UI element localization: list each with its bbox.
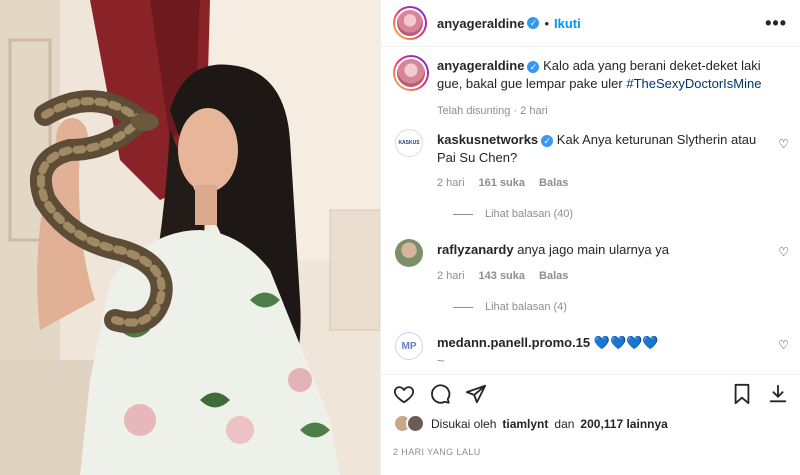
comment-text-block: medann.panell.promo.15 💙💙💙💙 xyxy=(437,334,759,352)
comment-meta: 2 hari 161 suka Balas xyxy=(437,177,568,189)
verified-badge-icon: ✓ xyxy=(541,134,554,147)
caption-avatar-ring[interactable] xyxy=(393,55,429,91)
comment-bubble-icon[interactable] xyxy=(429,383,451,410)
commenter-avatar[interactable] xyxy=(395,239,423,267)
view-replies-label[interactable]: Lihat balasan (4) xyxy=(485,301,567,313)
like-comment-heart-icon[interactable]: ♡ xyxy=(778,245,789,259)
post-actions-bar xyxy=(381,374,800,417)
like-comment-heart-icon[interactable]: ♡ xyxy=(778,338,789,352)
comment-text-block: kaskusnetworks ✓ Kak Anya keturunan Slyth… xyxy=(437,131,759,167)
reply-button[interactable]: Balas xyxy=(539,270,568,282)
author-avatar-ring[interactable] xyxy=(393,6,427,40)
reply-button[interactable]: Balas xyxy=(539,177,568,189)
comment-text: anya jago main ularnya ya xyxy=(517,242,669,257)
commenter-avatar[interactable]: MP xyxy=(395,332,423,360)
liked-by-user[interactable]: tiamlynt xyxy=(502,417,548,431)
more-options-icon[interactable]: ••• xyxy=(765,13,787,34)
view-replies[interactable]: Lihat balasan (4) xyxy=(453,301,567,313)
share-paper-plane-icon[interactable] xyxy=(465,383,487,410)
comment-like-count[interactable]: 161 suka xyxy=(479,177,525,189)
post-header: anyageraldine ✓ • Ikuti ••• xyxy=(381,0,800,47)
commenter-avatar[interactable]: KASKUS xyxy=(395,129,423,157)
comment-item: MP medann.panell.promo.15 💙💙💙💙 ♡ ~ xyxy=(393,332,789,372)
caption-hashtag[interactable]: #TheSexyDoctorIsMine xyxy=(626,76,761,91)
comment-time: 2 hari xyxy=(437,177,465,189)
comment-username[interactable]: raflyzanardy xyxy=(437,242,514,257)
view-replies[interactable]: Lihat balasan (40) xyxy=(453,208,573,220)
follow-button[interactable]: Ikuti xyxy=(554,16,581,31)
caption-username[interactable]: anyageraldine xyxy=(437,58,524,73)
save-bookmark-icon[interactable] xyxy=(731,383,753,410)
author-username[interactable]: anyageraldine xyxy=(437,16,524,31)
post-image-illustration xyxy=(0,0,380,475)
comment-meta: 2 hari 143 suka Balas xyxy=(437,270,568,282)
view-replies-label[interactable]: Lihat balasan (40) xyxy=(485,208,573,220)
comment-username[interactable]: kaskusnetworks xyxy=(437,132,538,147)
liker-avatar[interactable] xyxy=(406,414,425,433)
comment-item: KASKUS kaskusnetworks ✓ Kak Anya keturuna… xyxy=(393,129,789,229)
separator-dot: • xyxy=(544,15,549,31)
replies-divider-line xyxy=(453,213,473,215)
post-photo[interactable] xyxy=(0,0,380,475)
post-detail-panel: anyageraldine ✓ • Ikuti ••• anyageraldin… xyxy=(380,0,800,475)
like-comment-heart-icon[interactable]: ♡ xyxy=(778,137,789,151)
liked-by-prefix: Disukai oleh xyxy=(431,416,497,431)
author-avatar[interactable] xyxy=(395,8,425,38)
liked-by-middle: dan xyxy=(554,416,575,431)
comments-list[interactable]: anyageraldine ✓ Kalo ada yang berani deke… xyxy=(381,47,800,373)
verified-badge-icon: ✓ xyxy=(527,17,540,29)
comment-time: 2 hari xyxy=(437,270,465,282)
comment-continuation: ~ xyxy=(437,353,445,368)
comment-text-block: raflyzanardy anya jago main ularnya ya xyxy=(437,241,759,259)
caption-meta: Telah disunting · 2 hari xyxy=(437,105,548,117)
like-heart-icon[interactable] xyxy=(393,383,415,410)
comment-item: raflyzanardy anya jago main ularnya ya ♡… xyxy=(393,239,789,334)
download-icon[interactable] xyxy=(767,383,789,410)
post-timestamp[interactable]: 2 HARI YANG LALU xyxy=(393,447,481,457)
replies-divider-line xyxy=(453,306,473,308)
verified-badge-icon: ✓ xyxy=(527,60,540,73)
caption-edited-time: Telah disunting · 2 hari xyxy=(437,105,548,117)
comment-like-count[interactable]: 143 suka xyxy=(479,270,525,282)
caption-text-block: anyageraldine ✓ Kalo ada yang berani deke… xyxy=(437,57,779,93)
likes-count[interactable]: 200,117 lainnya xyxy=(580,417,667,431)
comment-text: 💙💙💙💙 xyxy=(593,335,659,350)
liker-avatars[interactable] xyxy=(393,414,425,433)
caption-avatar[interactable] xyxy=(395,57,427,89)
likes-summary: Disukai oleh tiamlynt dan 200,117 lainny… xyxy=(393,414,789,433)
comment-username[interactable]: medann.panell.promo.15 xyxy=(437,335,590,350)
